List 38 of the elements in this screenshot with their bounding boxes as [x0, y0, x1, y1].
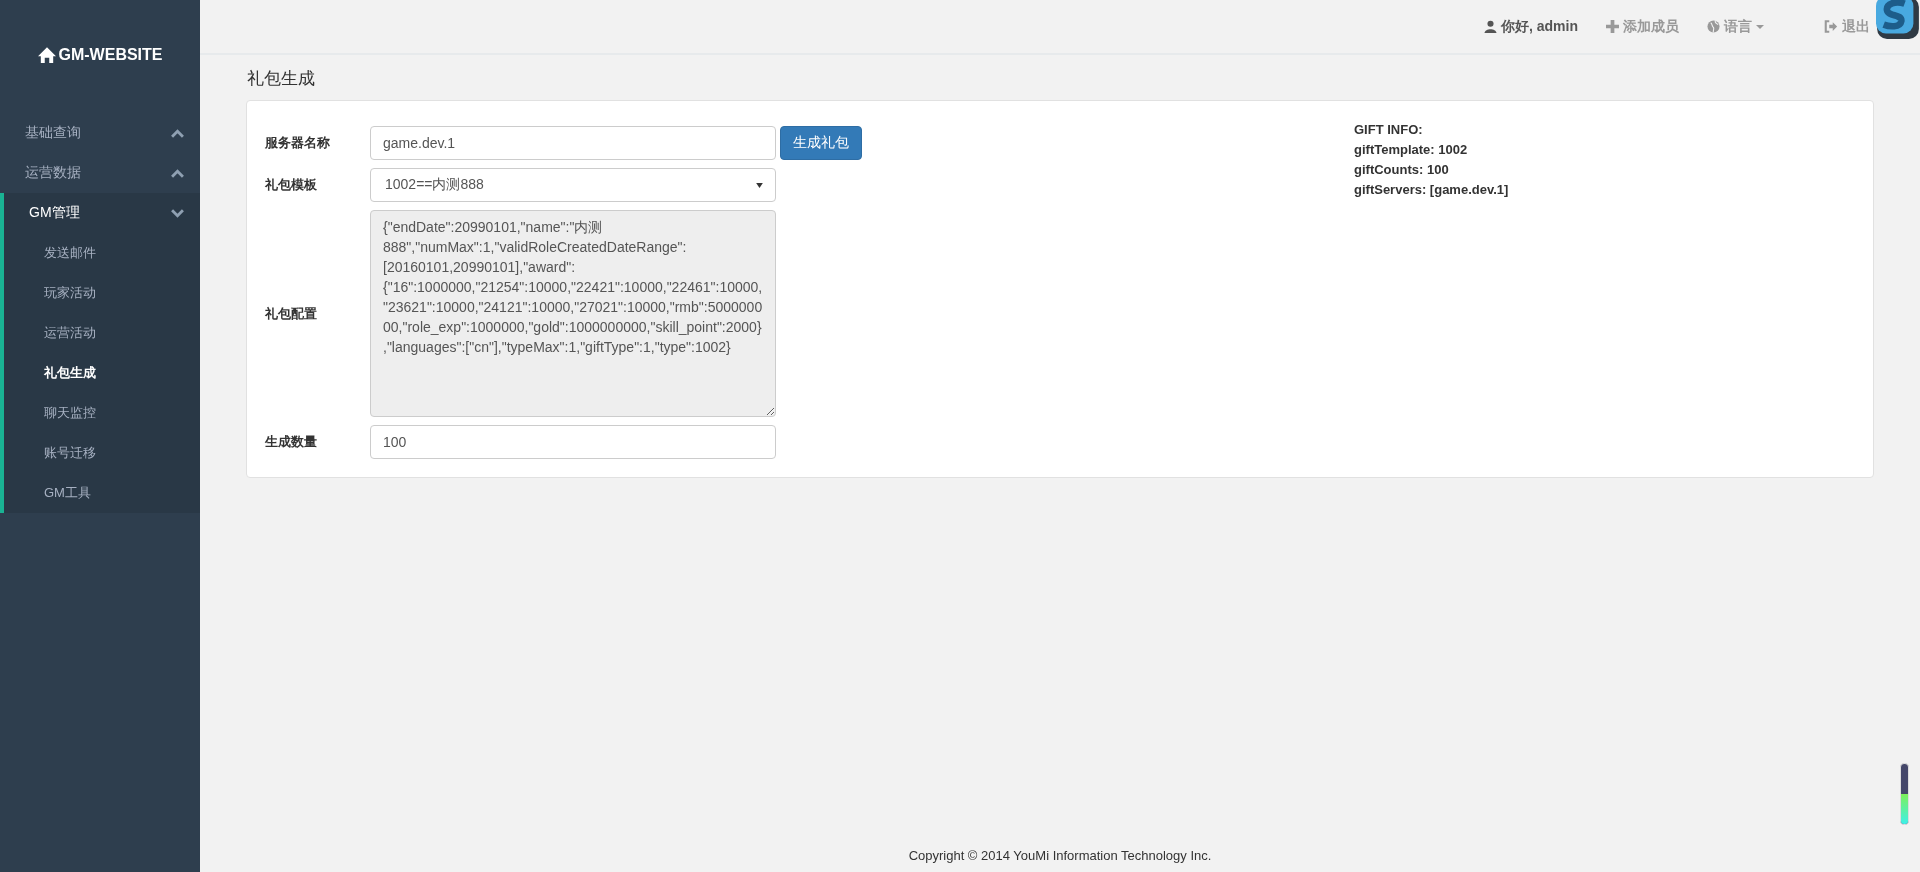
- submenu-item[interactable]: 玩家活动: [4, 273, 200, 313]
- field-label: 生成数量: [265, 433, 318, 451]
- site-title: GM-WEBSITE: [58, 46, 163, 64]
- app-logo-icon: [1876, 0, 1920, 40]
- gift-info-line: giftTemplate: 1002: [1354, 141, 1469, 159]
- plus-icon: [1606, 20, 1619, 33]
- dropdown-arrow-icon: [756, 182, 763, 188]
- user-icon: [1484, 20, 1497, 33]
- template-dropdown[interactable]: 1002==内测888: [370, 168, 776, 202]
- server-name-field[interactable]: game.dev.1: [370, 126, 776, 160]
- home-icon: [37, 46, 56, 64]
- user-greeting[interactable]: 你好, admin: [1484, 17, 1578, 36]
- config-textarea[interactable]: {"endDate":20990101,"name":"内测888","numMax":1,"validRoleCreatedDateRange":[20160101,20990101],"award":{"16":1000000,"21254":10000,"22421":10000,"22461":10000,"23621":10000,"24121":10000,"27021":10000,"rmb":500000000,"role_exp":1000000,"gold":1000000000,"skill_point":2000},"languages":["cn"],"typeMax":1,"giftType":1,"type":1002}: [370, 210, 776, 417]
- menu-item[interactable]: GM管理: [4, 193, 200, 233]
- gift-info-line: giftServers: [game.dev.1]: [1354, 181, 1509, 199]
- field-label: 服务器名称: [265, 134, 331, 152]
- caret-icon: [1756, 24, 1764, 29]
- count-field[interactable]: 100: [370, 425, 776, 459]
- submenu-item[interactable]: 聊天监控: [4, 393, 200, 433]
- submenu-item[interactable]: 账号迁移: [4, 433, 200, 473]
- submenu-item[interactable]: 礼包生成: [4, 353, 200, 393]
- submenu-item[interactable]: GM工具: [4, 473, 200, 513]
- footer-copyright: Copyright © 2014 YouMi Information Technology Inc.: [907, 848, 1213, 865]
- chevron-up-icon: [171, 168, 184, 178]
- gift-info-line: GIFT INFO:: [1354, 121, 1424, 139]
- field-label: 礼包配置: [265, 304, 318, 323]
- menu-item[interactable]: 运营数据: [0, 153, 200, 193]
- globe-icon: [1707, 20, 1720, 33]
- submenu-item[interactable]: 发送邮件: [4, 233, 200, 273]
- page-title: 礼包生成: [247, 68, 316, 90]
- menu-item[interactable]: 基础查询: [0, 113, 200, 153]
- generate-button[interactable]: 生成礼包: [780, 126, 862, 160]
- gift-info-line: giftCounts: 100: [1354, 161, 1450, 179]
- field-label: 礼包模板: [265, 176, 318, 194]
- submenu-item[interactable]: 运营活动: [4, 313, 200, 353]
- chevron-up-icon: [171, 128, 184, 138]
- chevron-down-icon: [171, 208, 184, 218]
- logout-icon: [1824, 20, 1838, 33]
